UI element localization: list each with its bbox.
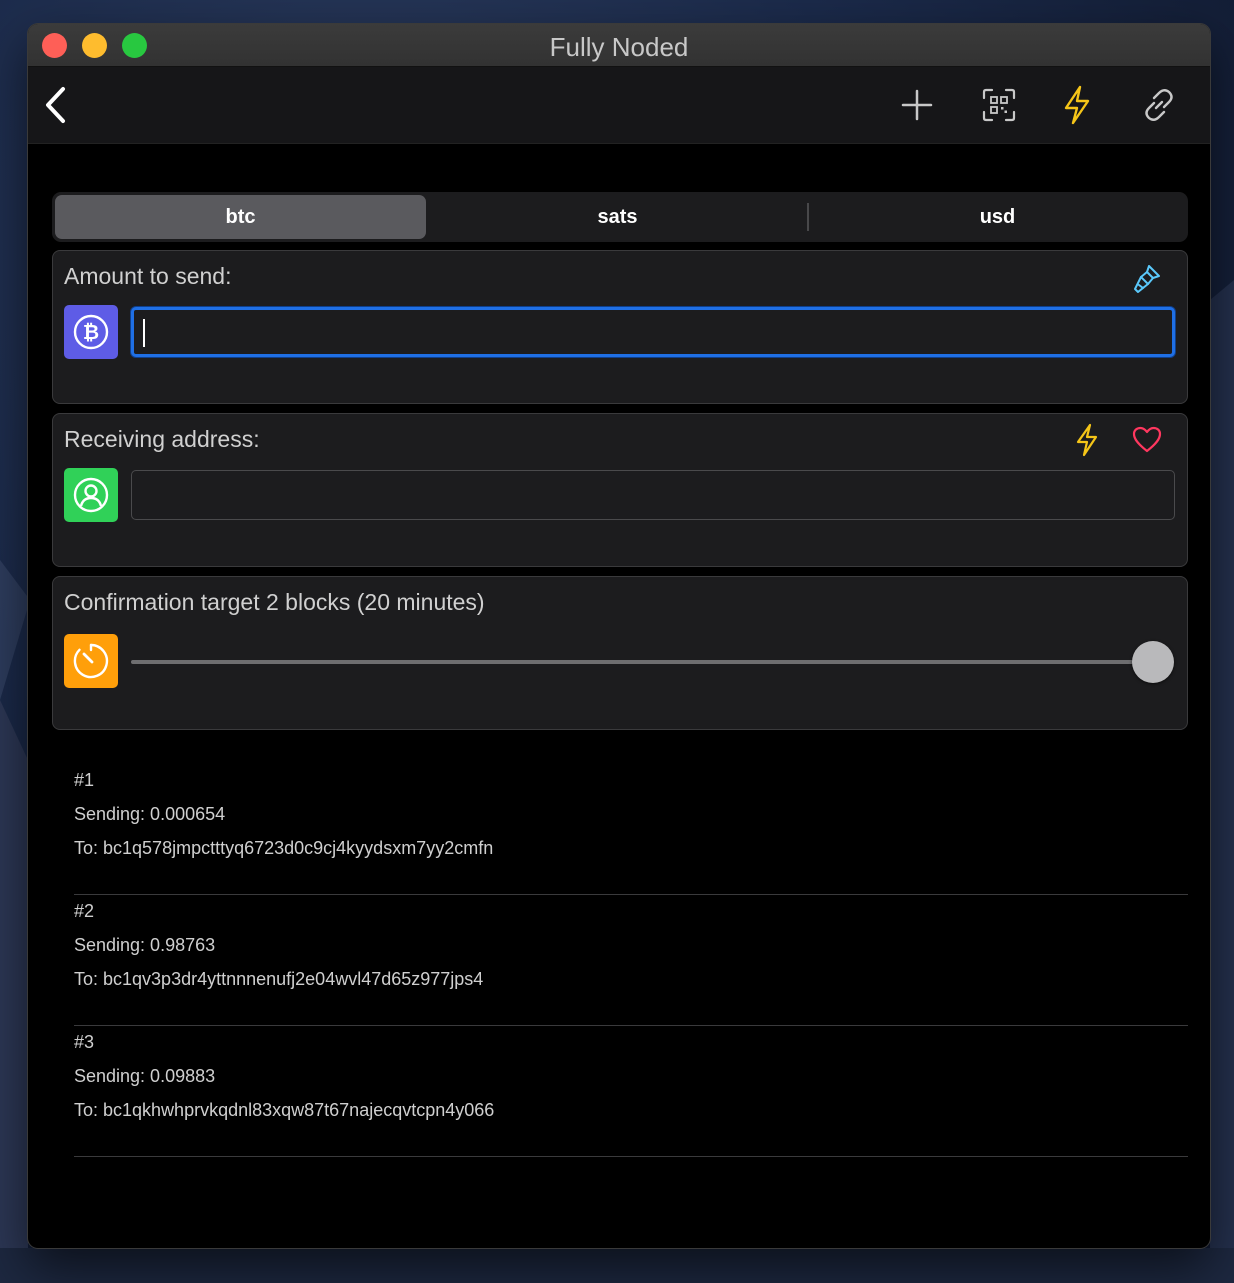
outputs-list: #1 Sending: 0.000654 To: bc1q578jmpcttty…	[74, 764, 1188, 1157]
output-amount: Sending: 0.98763	[74, 935, 216, 955]
qr-scan-icon	[982, 88, 1016, 122]
link-button[interactable]	[1134, 80, 1184, 130]
segment-btc[interactable]: btc	[55, 195, 426, 239]
favorites-button[interactable]	[1127, 420, 1167, 460]
scan-qr-button[interactable]	[974, 80, 1024, 130]
amount-input[interactable]	[131, 307, 1175, 357]
sweep-button[interactable]	[1127, 259, 1167, 299]
lightning-button[interactable]	[1052, 80, 1102, 130]
window-title: Fully Noded	[549, 32, 689, 62]
contact-icon	[73, 477, 109, 513]
output-address: To: bc1qv3p3dr4yttnnnenufj2e04wvl47d65z9…	[74, 969, 484, 989]
output-row[interactable]: #2 Sending: 0.98763 To: bc1qv3p3dr4yttnn…	[74, 895, 1188, 1026]
output-address: To: bc1qkhwhprvkqdnl83xqw87t67najecqvtcp…	[74, 1100, 495, 1120]
segment-divider	[807, 203, 809, 231]
timer-icon	[73, 643, 109, 679]
timer-icon-tile	[64, 634, 118, 688]
title-bar: Fully Noded	[28, 24, 1210, 67]
text-caret	[143, 319, 145, 347]
fee-card: Confirmation target 2 blocks (20 minutes…	[52, 576, 1188, 730]
svg-text:₿: ₿	[83, 320, 99, 344]
link-icon	[1145, 89, 1173, 121]
output-index: #1	[74, 770, 95, 790]
segment-sats[interactable]: sats	[429, 195, 806, 239]
lightning-invoice-button[interactable]	[1067, 420, 1107, 460]
amount-card: Amount to send: ₿	[52, 250, 1188, 404]
app-window: Fully Noded btc sats usd Amount to send:…	[28, 24, 1210, 1248]
output-row[interactable]: #3 Sending: 0.09883 To: bc1qkhwhprvkqdnl…	[74, 1026, 1188, 1157]
chevron-left-icon	[46, 87, 65, 123]
amount-label: Amount to send:	[64, 263, 232, 289]
address-input[interactable]	[131, 470, 1175, 520]
bitcoin-icon: ₿	[73, 314, 109, 350]
output-amount: Sending: 0.000654	[74, 804, 226, 824]
sweep-brush-icon	[1134, 265, 1160, 293]
output-index: #3	[74, 1032, 95, 1052]
fee-label: Confirmation target 2 blocks (20 minutes…	[64, 589, 485, 615]
address-label: Receiving address:	[64, 426, 260, 452]
heart-icon	[1132, 426, 1162, 453]
denomination-selector: btc sats usd	[52, 192, 1188, 242]
confirmation-slider-track[interactable]	[131, 660, 1141, 664]
confirmation-slider-thumb[interactable]	[1132, 641, 1174, 683]
output-amount: Sending: 0.09883	[74, 1066, 216, 1086]
output-address: To: bc1q578jmpctttyq6723d0c9cj4kyydsxm7y…	[74, 838, 494, 858]
lightning-bolt-icon	[1064, 85, 1090, 125]
output-row[interactable]: #1 Sending: 0.000654 To: bc1q578jmpcttty…	[74, 764, 1188, 895]
lightning-bolt-icon	[1076, 423, 1098, 457]
segment-usd[interactable]: usd	[810, 195, 1185, 239]
bitcoin-icon-tile: ₿	[64, 305, 118, 359]
add-output-button[interactable]	[892, 80, 942, 130]
toolbar	[28, 67, 1210, 144]
back-button[interactable]	[32, 80, 82, 130]
address-card: Receiving address:	[52, 413, 1188, 567]
plus-icon	[901, 89, 933, 121]
contact-icon-tile	[64, 468, 118, 522]
output-index: #2	[74, 901, 95, 921]
